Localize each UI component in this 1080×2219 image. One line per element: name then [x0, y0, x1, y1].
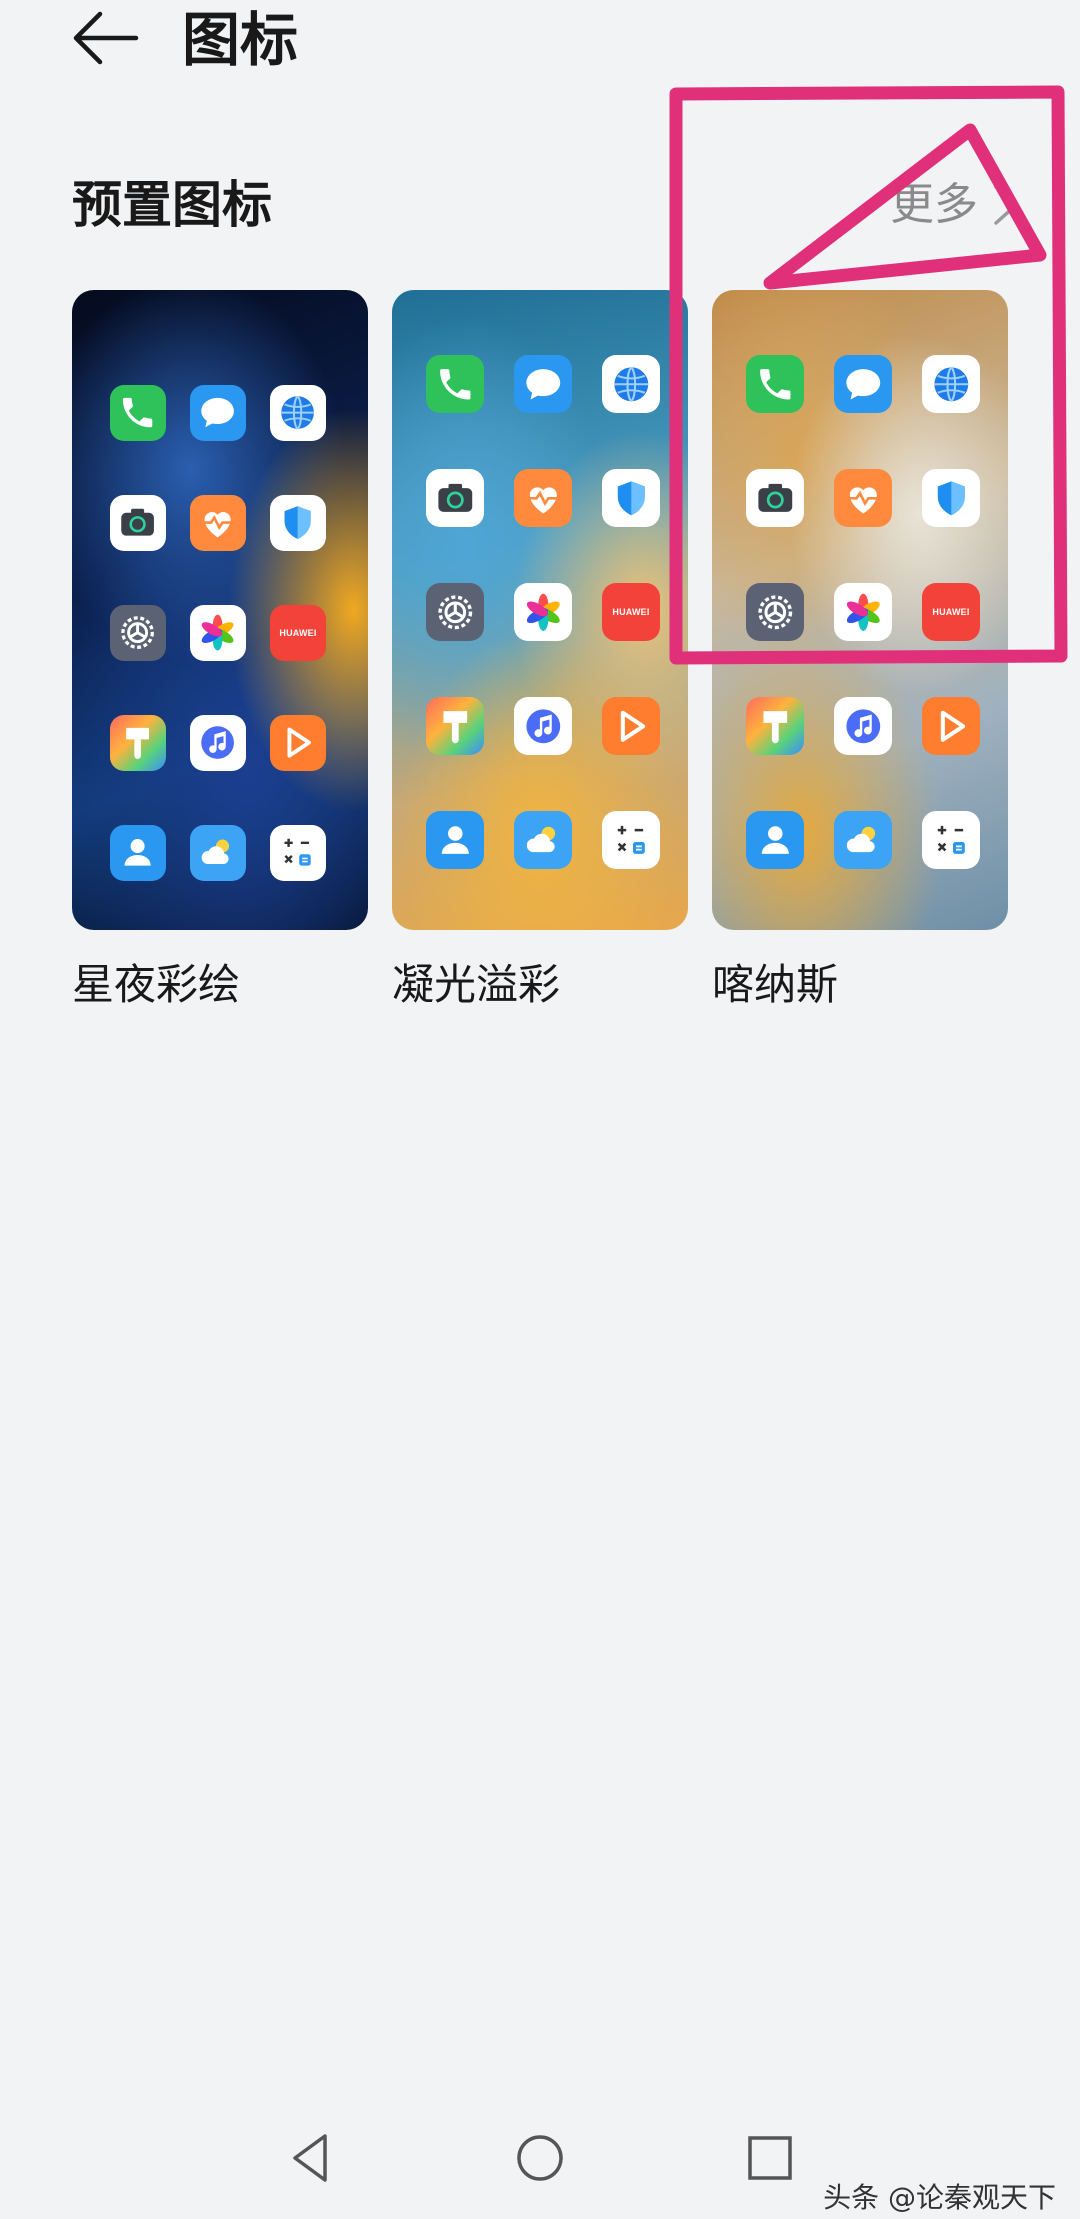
- weather-icon: [514, 811, 572, 869]
- calculator-icon: [270, 825, 326, 881]
- chevron-right-icon: [994, 185, 1018, 225]
- health-icon: [834, 469, 892, 527]
- arrow-left-icon[interactable]: [70, 8, 140, 68]
- contacts-icon: [746, 811, 804, 869]
- messages-icon: [834, 355, 892, 413]
- page-title: 图标: [182, 6, 299, 74]
- music-icon: [834, 697, 892, 755]
- camera-icon: [110, 495, 166, 551]
- security-icon: [922, 469, 980, 527]
- appgallery-icon: HUAWEI: [922, 583, 980, 641]
- icon-grid: HUAWEI: [110, 385, 326, 881]
- security-icon: [602, 469, 660, 527]
- appgallery-icon: HUAWEI: [270, 605, 326, 661]
- video-icon: [602, 697, 660, 755]
- settings-icon: [426, 583, 484, 641]
- browser-icon: [922, 355, 980, 413]
- appgallery-label: HUAWEI: [932, 607, 970, 617]
- gallery-icon: [514, 583, 572, 641]
- music-icon: [514, 697, 572, 755]
- phone-icon: [426, 355, 484, 413]
- appgallery-label: HUAWEI: [612, 607, 650, 617]
- video-icon: [922, 697, 980, 755]
- triangle-back-icon[interactable]: [285, 2130, 335, 2186]
- square-recent-icon[interactable]: [745, 2130, 795, 2186]
- card-label-3[interactable]: 喀纳斯: [712, 955, 838, 1015]
- weather-icon: [834, 811, 892, 869]
- browser-icon: [270, 385, 326, 441]
- camera-icon: [426, 469, 484, 527]
- weather-icon: [190, 825, 246, 881]
- settings-icon: [746, 583, 804, 641]
- section-title: 预置图标: [72, 176, 272, 234]
- video-icon: [270, 715, 326, 771]
- health-icon: [514, 469, 572, 527]
- phone-icon: [746, 355, 804, 413]
- camera-icon: [746, 469, 804, 527]
- gallery-icon: [190, 605, 246, 661]
- messages-icon: [190, 385, 246, 441]
- icon-theme-card-1[interactable]: HUAWEI: [72, 290, 368, 930]
- themes-icon: [110, 715, 166, 771]
- health-icon: [190, 495, 246, 551]
- icon-grid: HUAWEI: [426, 355, 660, 869]
- more-button[interactable]: 更多: [890, 172, 1020, 238]
- card-label-2[interactable]: 凝光溢彩: [392, 955, 560, 1015]
- themes-icon: [746, 697, 804, 755]
- icon-grid: HUAWEI: [746, 355, 980, 869]
- gallery-icon: [834, 583, 892, 641]
- top-bar: 图标: [0, 0, 1080, 90]
- icon-theme-card-3[interactable]: HUAWEI: [712, 290, 1008, 930]
- calculator-icon: [602, 811, 660, 869]
- circle-home-icon[interactable]: [515, 2130, 565, 2186]
- calculator-icon: [922, 811, 980, 869]
- more-label: 更多: [890, 179, 978, 230]
- messages-icon: [514, 355, 572, 413]
- browser-icon: [602, 355, 660, 413]
- card-label-1[interactable]: 星夜彩绘: [72, 955, 240, 1015]
- phone-icon: [110, 385, 166, 441]
- icon-theme-card-2[interactable]: HUAWEI: [392, 290, 688, 930]
- music-icon: [190, 715, 246, 771]
- appgallery-icon: HUAWEI: [602, 583, 660, 641]
- contacts-icon: [426, 811, 484, 869]
- themes-icon: [426, 697, 484, 755]
- watermark: 头条 @论秦观天下: [823, 2181, 1056, 2214]
- contacts-icon: [110, 825, 166, 881]
- security-icon: [270, 495, 326, 551]
- settings-icon: [110, 605, 166, 661]
- appgallery-label: HUAWEI: [279, 628, 317, 638]
